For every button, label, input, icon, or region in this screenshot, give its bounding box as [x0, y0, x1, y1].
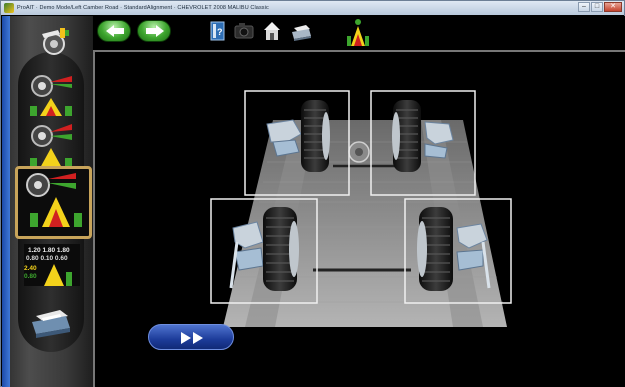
reading-row-2: 0.80 0.10 0.60: [26, 255, 68, 262]
measurement-view: [93, 50, 625, 387]
help-button[interactable]: ?: [208, 18, 228, 44]
play-forward-button[interactable]: [148, 324, 234, 350]
wrench-wheel-icon: [42, 28, 69, 55]
sidebar-item-vehicle-select[interactable]: [20, 22, 82, 78]
app-logo-icon: [4, 3, 14, 13]
sidebar-item-caster-swing[interactable]: [20, 72, 82, 128]
svg-text:?: ?: [217, 27, 223, 37]
sidebar-item-readings-summary[interactable]: 1.20 1.80 1.80 0.80 0.10 0.60 2.40 0.80: [20, 242, 82, 298]
printer-icon: [32, 310, 70, 338]
app-window: ProAlT · Demo Mode/Left Camber Road · St…: [0, 0, 625, 387]
wheel-meter-icon: [26, 173, 82, 227]
help-book-icon: ?: [210, 21, 225, 41]
sidebar-item-front-measure[interactable]: [15, 166, 92, 239]
toolbar: ?: [93, 16, 625, 50]
traffic-meter-icon: [347, 19, 369, 46]
alignment-meter-button[interactable]: [347, 18, 369, 46]
back-button[interactable]: [97, 20, 131, 42]
home-button[interactable]: [261, 18, 281, 44]
camera-button[interactable]: [233, 18, 254, 44]
maximize-button[interactable]: □: [591, 2, 603, 12]
sidebar: 1.20 1.80 1.80 0.80 0.10 0.60 2.40 0.80: [2, 16, 93, 387]
home-icon: [264, 22, 280, 40]
reading-row-1: 1.20 1.80 1.80: [28, 247, 70, 254]
sidebar-item-print[interactable]: [20, 302, 82, 358]
reading-row-3: 2.40: [24, 265, 37, 272]
forward-button[interactable]: [137, 20, 171, 42]
print-icon: [292, 25, 311, 41]
minimize-button[interactable]: –: [578, 2, 590, 12]
title-bar: ProAlT · Demo Mode/Left Camber Road · St…: [1, 1, 624, 15]
reading-row-4: 0.80: [24, 273, 37, 280]
print-button[interactable]: [289, 18, 311, 44]
close-button[interactable]: ✕: [604, 2, 622, 12]
window-title: ProAlT · Demo Mode/Left Camber Road · St…: [17, 5, 269, 11]
camera-icon: [234, 23, 254, 39]
right-arrow-icon: [146, 25, 164, 37]
play-forward-icon: [181, 332, 203, 344]
wheel-meter-icon: [30, 75, 72, 116]
left-arrow-icon: [106, 25, 124, 37]
window-controls: – □ ✕: [578, 2, 622, 12]
readings-table-icon: 1.20 1.80 1.80 0.80 0.10 0.60 2.40 0.80: [24, 244, 80, 286]
